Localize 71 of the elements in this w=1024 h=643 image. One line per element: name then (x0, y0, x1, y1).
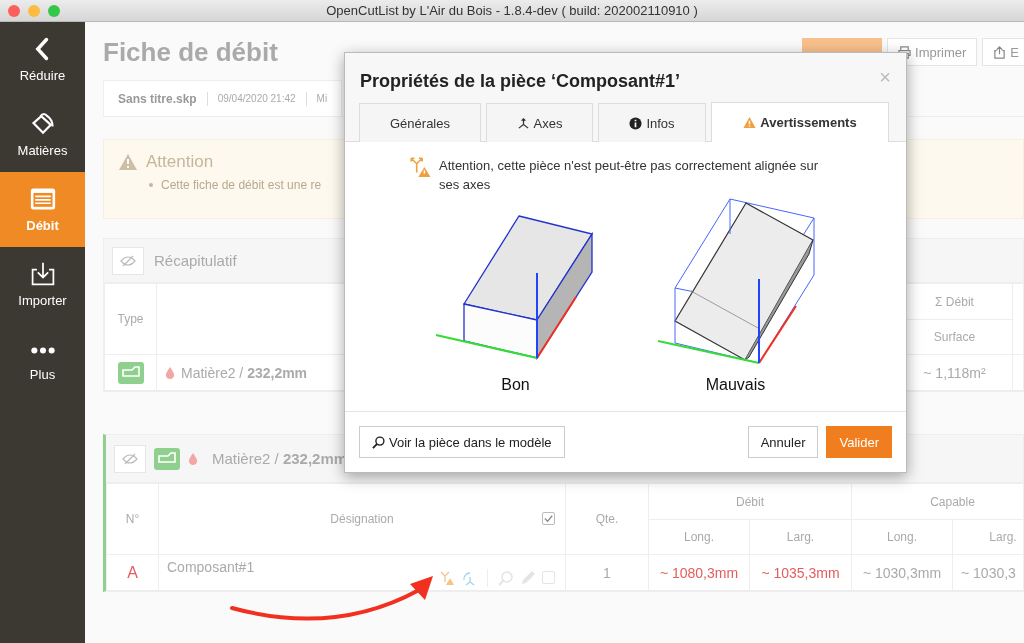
column-header: Long. (684, 530, 714, 544)
file-info: 09/04/2020 21:42 (217, 93, 296, 104)
length-value: ~ 1030,3mm (862, 564, 942, 581)
info-icon (629, 116, 643, 130)
import-icon (29, 261, 56, 287)
file-info: Sans titre.skp (118, 91, 197, 106)
paint-bucket-icon (29, 111, 56, 137)
sidebar-item[interactable]: Matières (0, 97, 85, 172)
dialog-tab[interactable]: Générales (359, 103, 481, 142)
search-icon (372, 435, 385, 449)
alert-title: Attention (146, 152, 214, 172)
column-header: Larg. (989, 530, 1017, 544)
page-title: Fiche de débit (103, 36, 278, 68)
column-header: Σ Débit (935, 294, 974, 309)
cancel-button[interactable]: Annuler (747, 426, 819, 458)
view-in-model-button[interactable]: Voir la pièce dans le modèle (359, 426, 565, 458)
column-header: Long. (887, 530, 918, 544)
file-info: Mi (316, 93, 328, 104)
example-label: Mauvais (705, 376, 766, 394)
hidden-eye-icon (122, 452, 138, 465)
window-title: OpenCutList by L'Air du Bois - 1.8.4-dev ( build: 202002110910 ) (325, 3, 699, 18)
pencil-icon[interactable] (520, 569, 536, 586)
example-label: Bon (501, 376, 530, 394)
panel-title: Récapitulatif (154, 252, 237, 269)
board-type-icon (117, 361, 144, 384)
sidebar-item[interactable]: Réduire (0, 22, 85, 97)
column-header: Larg. (786, 530, 815, 544)
warning-icon (743, 116, 757, 129)
axes-warning-icon (409, 156, 431, 178)
part-number: A (127, 563, 138, 581)
more-icon (29, 345, 56, 355)
alert-message: Cette fiche de débit est une re (161, 178, 322, 192)
dialog-tab[interactable]: Avertissements (711, 102, 889, 142)
column-header: Désignation (330, 512, 394, 526)
quantity-value: 1 (603, 564, 611, 581)
column-header: Qte. (595, 512, 619, 526)
dialog-title: Propriétés de la pièce ‘Composant#1’ (360, 71, 681, 92)
column-header: Capable (930, 494, 975, 509)
sidebar-item[interactable]: Importer (0, 247, 85, 322)
rotate-axes-icon[interactable] (461, 569, 477, 586)
zoom-window-icon[interactable] (48, 4, 60, 17)
length-value: ~ 1080,3mm (659, 564, 739, 581)
hide-button[interactable] (112, 246, 144, 275)
material-label: Matière2 / 232,2mm (181, 364, 308, 381)
bullet-icon (149, 183, 153, 187)
close-window-icon[interactable] (8, 4, 20, 17)
warning-message: Attention, cette pièce n'est peut-être pas correctement alignée sur ses axes (439, 157, 819, 194)
dialog-tab[interactable]: Axes (486, 103, 593, 142)
droplet-icon (165, 365, 175, 380)
width-value: ~ 1030,3 (961, 564, 1016, 581)
column-header: Type (117, 312, 144, 326)
dialog-tab[interactable]: Infos (598, 103, 706, 142)
hide-button[interactable] (114, 444, 146, 473)
column-header: Surface (933, 330, 976, 344)
surface-value: ~ 1,118m² (923, 364, 986, 381)
hidden-eye-icon (120, 254, 136, 267)
column-header: N° (125, 512, 140, 526)
minimize-window-icon[interactable] (28, 4, 40, 17)
column-header: Débit (736, 494, 764, 509)
warning-icon (118, 153, 138, 171)
width-value: ~ 1035,3mm (761, 564, 840, 581)
droplet-icon (188, 451, 198, 466)
select-all-checkbox[interactable] (542, 512, 555, 525)
share-icon (993, 45, 1007, 59)
list-icon (29, 186, 56, 212)
sidebar-item[interactable]: Plus (0, 322, 85, 397)
row-checkbox[interactable] (542, 571, 555, 584)
search-icon[interactable] (498, 569, 514, 586)
board-type-icon (154, 447, 180, 470)
axes-icon (516, 116, 530, 130)
axes-warning-icon[interactable] (439, 569, 455, 586)
